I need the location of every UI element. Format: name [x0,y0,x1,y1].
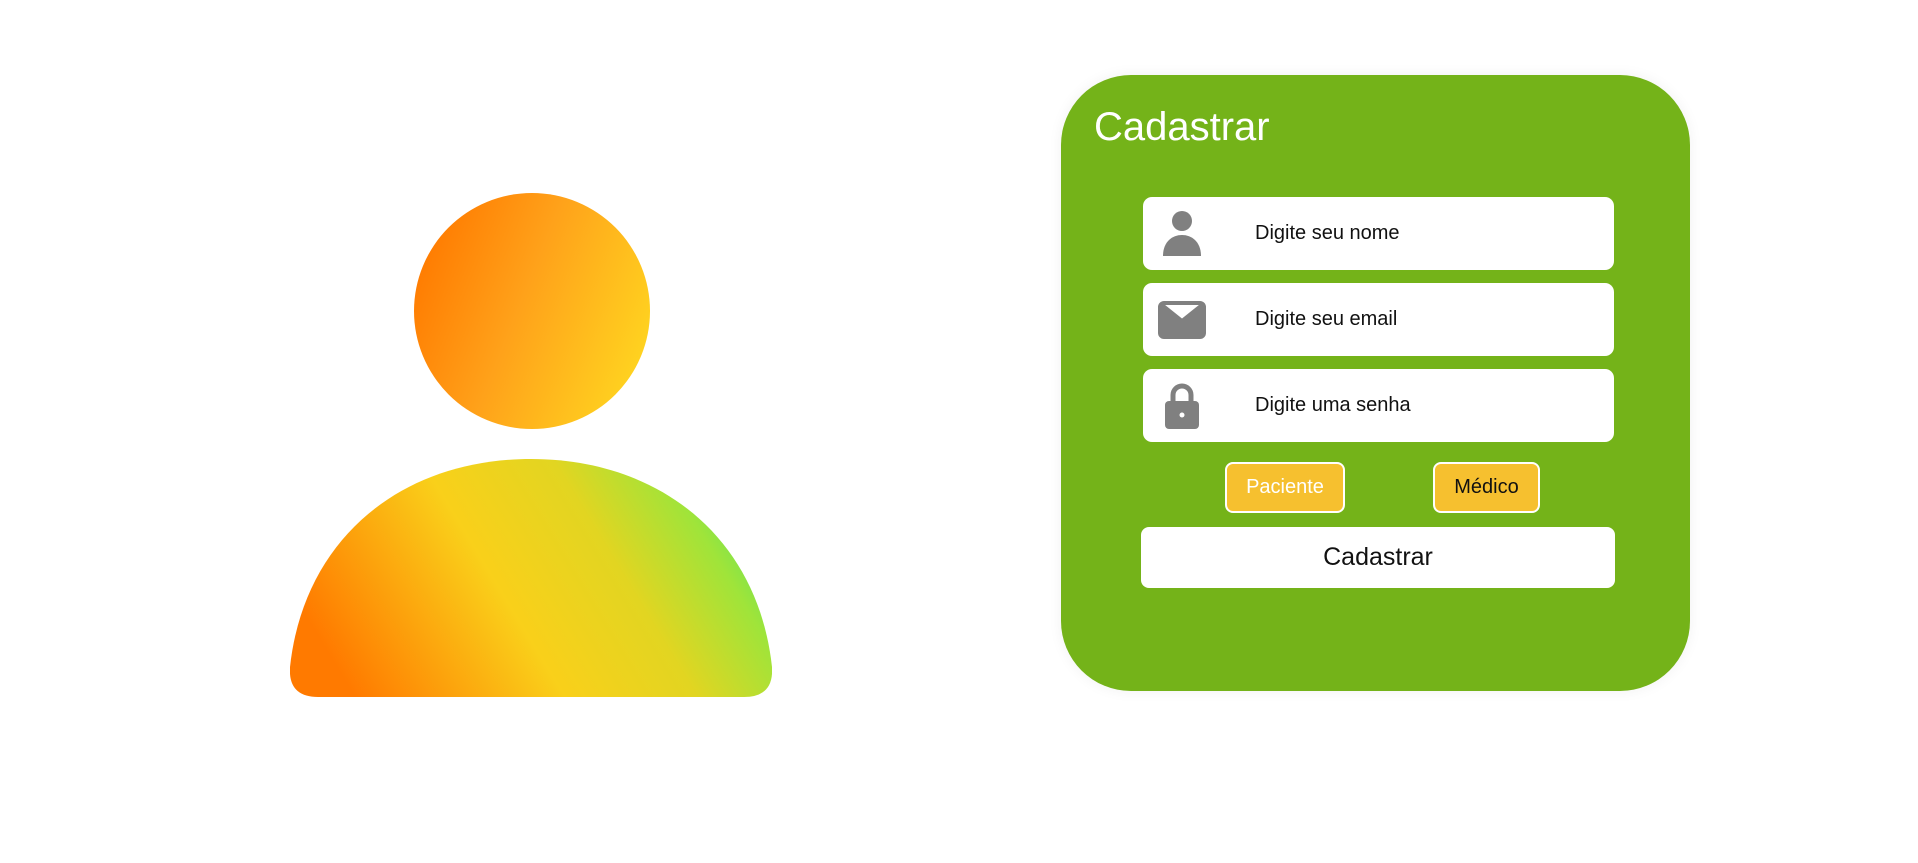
doctor-role-button[interactable]: Médico [1433,462,1540,513]
submit-button[interactable]: Cadastrar [1141,527,1615,588]
signup-card: Cadastrar Digite seu nome Digite seu ema… [1061,75,1690,691]
avatar-head [414,193,650,429]
user-avatar-illustration [290,193,772,697]
email-field [1143,283,1614,356]
lock-icon [1149,369,1215,442]
envelope-icon [1149,283,1215,356]
password-input[interactable] [1255,369,1595,442]
name-input[interactable] [1255,197,1595,270]
signup-page: Cadastrar Digite seu nome Digite seu ema… [0,0,1918,863]
user-icon [1149,197,1215,270]
patient-role-button[interactable]: Paciente [1225,462,1345,513]
name-field [1143,197,1614,270]
card-title: Cadastrar [1094,105,1270,149]
avatar-icon [290,193,772,697]
email-input[interactable] [1255,283,1595,356]
avatar-body [290,459,772,697]
password-field [1143,369,1614,442]
